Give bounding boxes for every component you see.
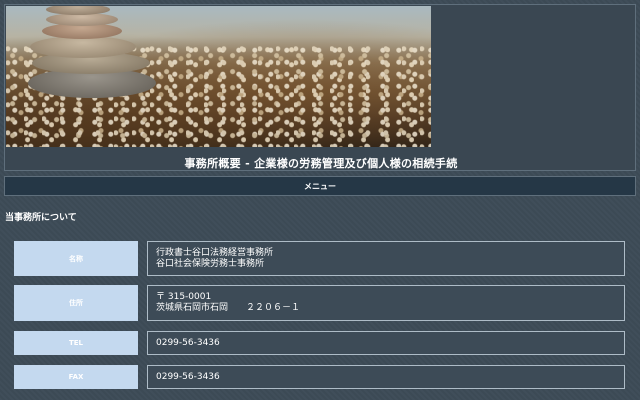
value-line: 行政書士谷口法務経営事務所 — [156, 247, 274, 258]
value-line: 茨城県石岡市石岡 ２２０６－１ — [156, 303, 301, 313]
info-label: TEL — [14, 331, 138, 355]
info-row-fax: FAX 0299-56-3436 — [14, 365, 626, 389]
value-line: 〒 315-0001 — [156, 292, 212, 302]
info-value: 0299-56-3436 — [147, 365, 625, 389]
page-title: 事務所概要 - 企業様の労務管理及び個人様の相続手続 — [184, 157, 458, 170]
info-row-name: 名称 行政書士谷口法務経営事務所 谷口社会保険労務士事務所 — [14, 241, 626, 276]
value-line: 0299-56-3436 — [156, 371, 220, 382]
info-label: 名称 — [14, 241, 138, 276]
header-banner: 事務所概要 - 企業様の労務管理及び個人様の相続手続 — [4, 4, 636, 171]
hero-image-stacked-stones — [6, 6, 431, 147]
section-heading: 当事務所について — [5, 213, 77, 223]
info-row-address: 住所 〒 315-0001 茨城県石岡市石岡 ２２０６－１ — [14, 285, 626, 321]
menu-label: メニュー — [304, 181, 336, 191]
info-row-tel: TEL 0299-56-3436 — [14, 331, 626, 355]
value-line: 谷口社会保険労務士事務所 — [156, 258, 265, 269]
value-line: 0299-56-3436 — [156, 337, 220, 348]
info-value: 行政書士谷口法務経営事務所 谷口社会保険労務士事務所 — [147, 241, 625, 276]
info-label: 住所 — [14, 285, 138, 321]
info-label: FAX — [14, 365, 138, 389]
info-value: 〒 315-0001 茨城県石岡市石岡 ２２０６－１ — [147, 285, 625, 321]
stone — [30, 36, 136, 58]
menu-button[interactable]: メニュー — [4, 176, 636, 196]
info-value: 0299-56-3436 — [147, 331, 625, 355]
